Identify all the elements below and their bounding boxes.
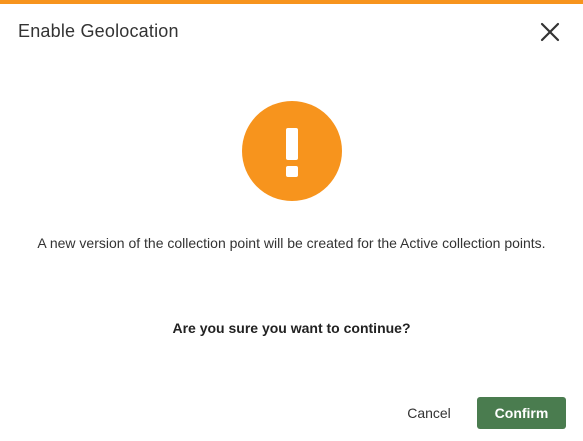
exclamation-icon xyxy=(286,128,298,177)
close-icon xyxy=(540,22,560,42)
dialog-question: Are you sure you want to continue? xyxy=(172,320,411,336)
cancel-button[interactable]: Cancel xyxy=(398,397,460,429)
dialog-header: Enable Geolocation xyxy=(0,4,583,64)
dialog-title: Enable Geolocation xyxy=(18,21,179,41)
confirm-button[interactable]: Confirm xyxy=(477,397,566,429)
close-button[interactable] xyxy=(539,21,561,43)
enable-geolocation-dialog: Enable Geolocation A new version of the … xyxy=(0,0,583,441)
dialog-message: A new version of the collection point wi… xyxy=(37,235,546,251)
warning-icon xyxy=(242,101,342,201)
